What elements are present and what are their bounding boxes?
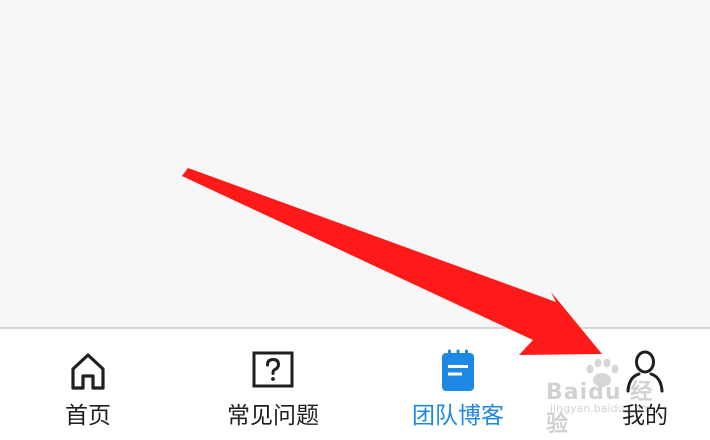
tab-home[interactable]: 首页 <box>28 329 148 440</box>
user-icon <box>626 350 664 393</box>
tab-faq[interactable]: 常见问题 <box>208 329 338 440</box>
tab-blog[interactable]: 团队博客 <box>395 329 521 440</box>
tab-home-label: 首页 <box>65 403 111 429</box>
tab-mine[interactable]: 我的 <box>585 329 705 440</box>
bottom-tab-bar: 首页 常见问题 团队博客 我的 <box>0 327 710 440</box>
question-icon <box>252 351 294 388</box>
tab-faq-label: 常见问题 <box>227 403 319 429</box>
tab-mine-label: 我的 <box>622 403 668 429</box>
content-area <box>0 0 710 327</box>
home-icon <box>71 353 105 390</box>
tab-blog-label: 团队博客 <box>412 403 504 429</box>
notepad-icon <box>442 349 474 391</box>
